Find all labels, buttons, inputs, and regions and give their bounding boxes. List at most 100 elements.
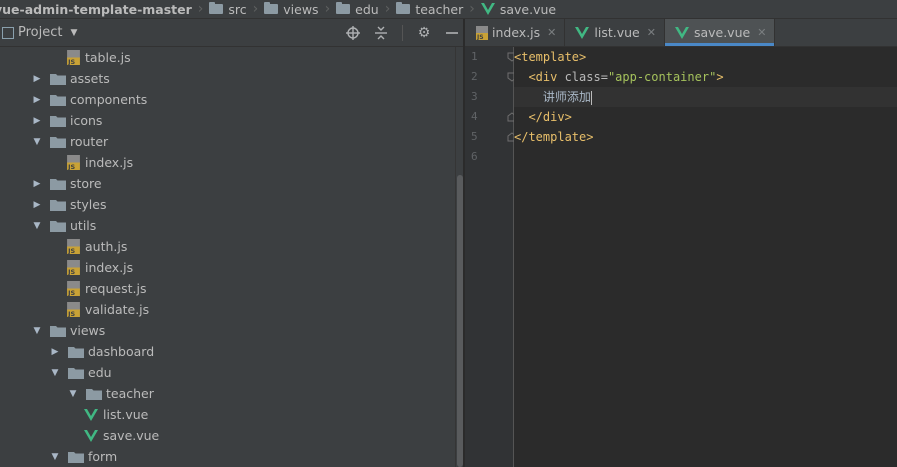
code-text: 讲师添加	[542, 90, 591, 104]
project-view-icon	[2, 26, 14, 39]
tree-item-save-vue[interactable]: save.vue	[0, 425, 455, 446]
vue-icon	[575, 26, 590, 39]
tree-item-icons[interactable]: ▶ icons	[0, 110, 455, 131]
tab-index-js[interactable]: JS index.js ✕	[465, 19, 566, 46]
tab-save-vue[interactable]: save.vue ✕	[664, 19, 776, 46]
chevron-down-icon[interactable]: ▼	[70, 28, 77, 38]
tree-item-styles[interactable]: ▶ styles	[0, 194, 455, 215]
svg-text:JS: JS	[67, 310, 75, 317]
tree-item-utils[interactable]: ▼ utils	[0, 215, 455, 236]
tree-item-list-vue[interactable]: list.vue	[0, 404, 455, 425]
close-icon[interactable]: ✕	[757, 26, 766, 39]
breadcrumb-item-project-root[interactable]: vue-admin-template-master	[0, 0, 192, 18]
locate-icon[interactable]	[346, 25, 360, 40]
chevron-right-icon[interactable]: ▶	[32, 116, 42, 126]
tree-item-views[interactable]: ▼ views	[0, 320, 455, 341]
chevron-right-icon[interactable]: ▶	[32, 200, 42, 210]
chevron-right-icon[interactable]: ▶	[32, 179, 42, 189]
tree-item-validate-js[interactable]: JS validate.js	[0, 299, 455, 320]
chevron-down-icon[interactable]: ▼	[32, 326, 42, 336]
breadcrumb-item-src[interactable]: src	[209, 0, 247, 18]
tree-item-label: edu	[88, 365, 112, 380]
chevron-down-icon[interactable]: ▼	[32, 137, 42, 147]
breadcrumb-separator-icon: ›	[384, 1, 391, 17]
breadcrumb-item-edu[interactable]: edu	[336, 0, 379, 18]
line-number: 5	[471, 130, 478, 143]
js-file-icon: JS	[66, 281, 85, 296]
tab-label: index.js	[492, 25, 541, 40]
tree-item-assets[interactable]: ▶ assets	[0, 68, 455, 89]
tree-item-dashboard[interactable]: ▶ dashboard	[0, 341, 455, 362]
chevron-right-icon[interactable]: ▶	[50, 347, 60, 357]
breadcrumb-separator-icon: ›	[324, 1, 331, 17]
breadcrumb-item-save-vue[interactable]: save.vue	[480, 0, 556, 18]
tree-item-label: table.js	[85, 50, 131, 65]
breadcrumb-label: vue-admin-template-master	[0, 1, 192, 17]
folder-icon	[396, 2, 411, 14]
tab-list-vue[interactable]: list.vue ✕	[565, 19, 665, 46]
tree-item-router[interactable]: ▼ router	[0, 131, 455, 152]
tree-item-store[interactable]: ▶ store	[0, 173, 455, 194]
close-icon[interactable]: ✕	[547, 26, 556, 39]
close-icon[interactable]: ✕	[647, 26, 656, 39]
svg-text:JS: JS	[67, 247, 75, 254]
js-file-icon: JS	[66, 155, 85, 170]
folder-icon	[50, 219, 70, 232]
editor-gutter: 1 2 3 4 5 6	[465, 47, 517, 467]
svg-text:JS: JS	[67, 268, 75, 275]
tree-item-auth-js[interactable]: JS auth.js	[0, 236, 455, 257]
folder-icon	[50, 198, 70, 211]
code-line: </template>	[514, 127, 897, 147]
code-tag: >	[716, 70, 724, 84]
tree-item-label: request.js	[85, 281, 147, 296]
breadcrumb-separator-icon: ›	[252, 1, 259, 17]
project-view-title[interactable]: Project	[18, 25, 62, 40]
tree-item-label: router	[70, 134, 109, 149]
folder-icon	[50, 72, 70, 85]
hide-icon[interactable]	[445, 26, 459, 40]
tree-item-label: store	[70, 176, 102, 191]
breadcrumb-separator-icon: ›	[197, 1, 204, 17]
code-line: <template>	[514, 47, 897, 67]
tree-item-index-js[interactable]: JS index.js	[0, 152, 455, 173]
code-tag: <template>	[514, 50, 587, 64]
vue-icon	[480, 3, 495, 15]
folder-icon	[50, 324, 70, 337]
tree-item-label: validate.js	[85, 302, 150, 317]
tree-item-label: auth.js	[85, 239, 128, 254]
chevron-down-icon[interactable]: ▼	[50, 368, 60, 378]
tree-item-label: icons	[70, 113, 103, 128]
collapse-all-icon[interactable]	[374, 26, 388, 40]
project-tree: JS table.js ▶ assets ▶ components ▶ icons ▼ route…	[0, 47, 455, 467]
svg-text:JS: JS	[67, 58, 75, 65]
chevron-down-icon[interactable]: ▼	[68, 389, 78, 399]
tree-item-index-js[interactable]: JS index.js	[0, 257, 455, 278]
tree-item-label: list.vue	[103, 407, 149, 422]
navigation-breadcrumb: vue-admin-template-master › src › views …	[0, 0, 897, 19]
tree-item-components[interactable]: ▶ components	[0, 89, 455, 110]
chevron-right-icon[interactable]: ▶	[32, 74, 42, 84]
chevron-right-icon[interactable]: ▶	[32, 95, 42, 105]
js-file-icon: JS	[66, 260, 85, 275]
tree-item-label: dashboard	[88, 344, 155, 359]
project-toolbar: ⚙	[346, 19, 459, 46]
code-line-current: 讲师添加	[514, 87, 897, 107]
chevron-down-icon[interactable]: ▼	[32, 221, 42, 231]
gear-icon[interactable]: ⚙	[417, 25, 431, 41]
breadcrumb-item-views[interactable]: views	[264, 0, 319, 18]
svg-text:JS: JS	[476, 34, 484, 40]
tree-item-edu[interactable]: ▼ edu	[0, 362, 455, 383]
code-tag: <div	[528, 70, 565, 84]
chevron-down-icon[interactable]: ▼	[50, 452, 60, 462]
code-editor[interactable]: <template> <div class="app-container"> 讲…	[514, 47, 897, 467]
breadcrumb-item-teacher[interactable]: teacher	[396, 0, 463, 18]
tab-label: save.vue	[693, 25, 751, 40]
tree-item-table-js[interactable]: JS table.js	[0, 47, 455, 68]
line-number: 1	[471, 50, 478, 63]
tree-item-form[interactable]: ▼ form	[0, 446, 455, 467]
tree-item-label: views	[70, 323, 106, 338]
folder-icon	[209, 2, 224, 14]
tree-item-request-js[interactable]: JS request.js	[0, 278, 455, 299]
tree-item-teacher[interactable]: ▼ teacher	[0, 383, 455, 404]
line-number: 3	[471, 90, 478, 103]
